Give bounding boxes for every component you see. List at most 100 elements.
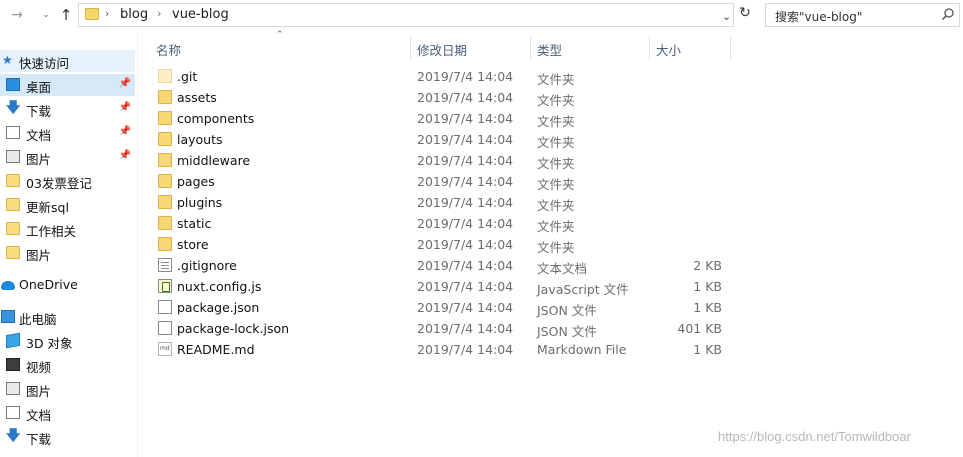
pin-icon[interactable]: 📌 <box>119 78 131 89</box>
file-type: 文件夹 <box>537 219 575 234</box>
file-name: middleware <box>177 153 251 168</box>
sidebar-item-downloads[interactable]: 🡇 下载 📌 <box>0 98 135 120</box>
sidebar-item-desktop[interactable]: 桌面 📌 <box>0 74 135 96</box>
file-type: JSON 文件 <box>537 303 597 318</box>
file-row-static[interactable]: static 2019/7/4 14:04 文件夹 <box>150 213 730 234</box>
file-row-plugins[interactable]: plugins 2019/7/4 14:04 文件夹 <box>150 192 730 213</box>
file-date: 2019/7/4 14:04 <box>417 90 514 105</box>
file-row-readme[interactable]: README.md 2019/7/4 14:04 Markdown File 1… <box>150 339 730 360</box>
file-row-store[interactable]: store 2019/7/4 14:04 文件夹 <box>150 234 730 255</box>
file-row-gitignore[interactable]: .gitignore 2019/7/4 14:04 文本文档 2 KB <box>150 255 730 276</box>
sidebar-item-pc-documents[interactable]: 文档 <box>0 402 135 424</box>
back-arrow-icon[interactable]: → <box>9 7 25 23</box>
sidebar-item-pictures-folder[interactable]: 图片 <box>0 242 135 264</box>
file-icon <box>158 321 172 335</box>
file-row-git[interactable]: .git 2019/7/4 14:04 文件夹 <box>150 66 730 87</box>
address-bar[interactable]: › blog › vue-blog <box>78 3 734 27</box>
folder-icon <box>6 198 20 211</box>
sidebar-item-invoice[interactable]: 03发票登记 <box>0 170 135 192</box>
sidebar-item-label: 3D 对象 <box>26 336 73 351</box>
document-icon <box>6 126 20 139</box>
file-row-assets[interactable]: assets 2019/7/4 14:04 文件夹 <box>150 87 730 108</box>
sidebar-item-pictures[interactable]: 图片 📌 <box>0 146 135 168</box>
column-header-size[interactable]: 大小 <box>650 36 730 60</box>
file-date: 2019/7/4 14:04 <box>417 321 514 336</box>
refresh-icon[interactable]: ↻ <box>736 5 754 25</box>
download-icon: 🡇 <box>6 100 21 116</box>
file-row-layouts[interactable]: layouts 2019/7/4 14:04 文件夹 <box>150 129 730 150</box>
markdown-file-icon <box>158 342 172 356</box>
file-icon <box>158 300 172 314</box>
sidebar-item-work[interactable]: 工作相关 <box>0 218 135 240</box>
file-row-middleware[interactable]: middleware 2019/7/4 14:04 文件夹 <box>150 150 730 171</box>
file-row-nuxt-config[interactable]: nuxt.config.js 2019/7/4 14:04 JavaScript… <box>150 276 730 297</box>
file-date: 2019/7/4 14:04 <box>417 132 514 147</box>
sidebar-item-label: 图片 <box>26 248 52 263</box>
file-type: JavaScript 文件 <box>537 282 629 297</box>
sidebar-quick-access[interactable]: ★ 快速访问 <box>0 50 135 72</box>
sidebar-item-label: 文档 <box>26 128 52 143</box>
file-row-package-json[interactable]: package.json 2019/7/4 14:04 JSON 文件 1 KB <box>150 297 730 318</box>
pin-icon[interactable]: 📌 <box>119 102 131 113</box>
file-name: pages <box>177 174 215 189</box>
breadcrumb-blog[interactable]: blog <box>120 7 148 22</box>
sidebar-item-update-sql[interactable]: 更新sql <box>0 194 135 216</box>
folder-icon <box>6 174 20 187</box>
file-type: 文件夹 <box>537 177 575 192</box>
sidebar-item-documents[interactable]: 文档 📌 <box>0 122 135 144</box>
folder-icon <box>158 111 172 125</box>
search-icon[interactable] <box>941 7 955 21</box>
file-date: 2019/7/4 14:04 <box>417 111 514 126</box>
sidebar-item-label: 此电脑 <box>19 312 57 327</box>
pin-icon[interactable]: 📌 <box>119 150 131 161</box>
3d-objects-icon <box>6 332 20 349</box>
watermark: https://blog.csdn.net/Tomwildboar <box>718 429 911 444</box>
chevron-right-icon[interactable]: › <box>105 7 109 20</box>
column-header-date[interactable]: 修改日期 <box>411 36 530 60</box>
pin-icon[interactable]: 📌 <box>119 126 131 137</box>
folder-icon <box>158 195 172 209</box>
sidebar-item-label: 图片 <box>26 152 52 167</box>
cloud-icon <box>1 281 15 290</box>
sidebar-item-label: 快速访问 <box>19 56 70 71</box>
sidebar-item-pc-downloads[interactable]: 🡇 下载 <box>0 426 135 448</box>
file-type: 文本文档 <box>537 261 588 276</box>
file-type: 文件夹 <box>537 72 575 87</box>
file-type: 文件夹 <box>537 240 575 255</box>
file-name: assets <box>177 90 217 105</box>
folder-icon <box>158 237 172 251</box>
file-name: README.md <box>177 342 255 357</box>
column-header-name[interactable]: 名称 <box>150 36 410 60</box>
file-row-pages[interactable]: pages 2019/7/4 14:04 文件夹 <box>150 171 730 192</box>
address-history-dropdown-icon[interactable]: ⌄ <box>722 10 731 23</box>
file-type: Markdown File <box>537 342 627 357</box>
search-input[interactable]: 搜索"vue-blog" <box>765 3 960 27</box>
navigation-pane: ★ 快速访问 桌面 📌 🡇 下载 📌 文档 📌 图片 📌 03发票登记 更新sq… <box>0 32 138 457</box>
sidebar-item-label: 下载 <box>26 104 52 119</box>
breadcrumb-vue-blog[interactable]: vue-blog <box>172 7 229 22</box>
computer-icon <box>1 310 15 323</box>
picture-icon <box>6 150 20 163</box>
address-row: → ⌄ ↑ › blog › vue-blog ⌄ ↻ 搜索"vue-blog" <box>0 0 963 32</box>
sidebar-item-pc-pictures[interactable]: 图片 <box>0 378 135 400</box>
sidebar-item-onedrive[interactable]: OneDrive <box>0 274 135 296</box>
up-arrow-icon[interactable]: ↑ <box>58 7 74 23</box>
chevron-right-icon[interactable]: › <box>157 7 161 20</box>
sidebar-item-videos[interactable]: 视频 <box>0 354 135 376</box>
sidebar-item-3d-objects[interactable]: 3D 对象 <box>0 330 135 352</box>
hidden-folder-icon <box>158 69 172 83</box>
chevron-down-icon[interactable]: ⌄ <box>38 7 54 23</box>
desktop-icon <box>6 78 20 91</box>
column-header-label: 修改日期 <box>417 43 468 58</box>
sidebar-item-this-pc[interactable]: 此电脑 <box>0 306 135 328</box>
column-divider[interactable] <box>730 36 731 60</box>
column-header-type[interactable]: 类型 <box>531 36 649 60</box>
file-row-components[interactable]: components 2019/7/4 14:04 文件夹 <box>150 108 730 129</box>
file-row-package-lock[interactable]: package-lock.json 2019/7/4 14:04 JSON 文件… <box>150 318 730 339</box>
sidebar-item-label: 图片 <box>26 384 52 399</box>
file-date: 2019/7/4 14:04 <box>417 195 514 210</box>
file-date: 2019/7/4 14:04 <box>417 258 514 273</box>
file-name: store <box>177 237 209 252</box>
picture-icon <box>6 382 20 395</box>
column-header-label: 名称 <box>156 43 182 58</box>
